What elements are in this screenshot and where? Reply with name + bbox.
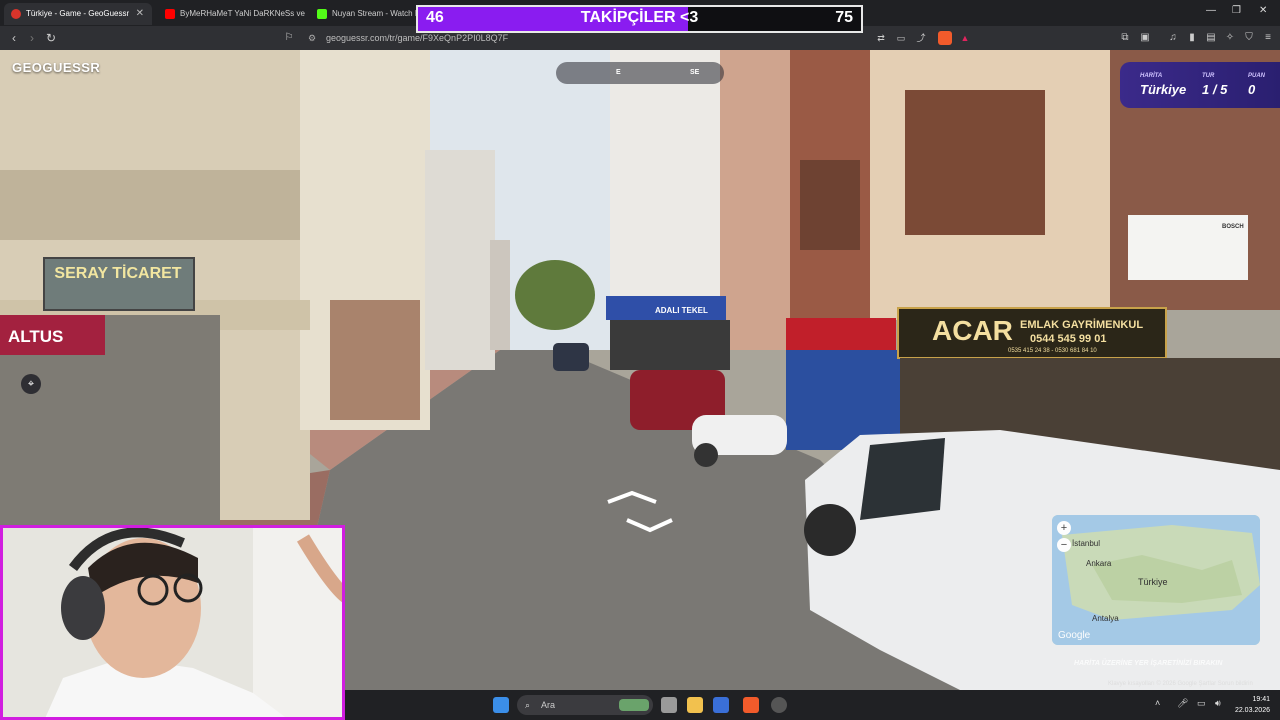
seray-sign-text: SERAY TİCARET <box>54 264 181 282</box>
close-window-icon[interactable]: ✕ <box>1259 5 1267 16</box>
score-label: PUAN <box>1248 73 1266 79</box>
round-label: TUR <box>1202 73 1215 79</box>
tab-title: Türkiye - Game - GeoGuessr <box>26 9 130 18</box>
round-value: 1 / 5 <box>1202 82 1228 97</box>
windows-start-icon[interactable] <box>493 697 509 713</box>
windows-taskbar: ⌕ Ara ˄ 🎤︎ ▭ 🔊︎ 19:41 22.03.2026 <box>345 690 1280 720</box>
translate-icon[interactable]: ⇄ <box>872 29 890 47</box>
webcam-overlay <box>0 525 345 720</box>
follower-goal-title: TAKİPÇİLER <3 <box>580 9 699 26</box>
tab-title: ByMeRHaMeT YaNi DaRKNeSs ve M <box>180 9 306 18</box>
cast-icon[interactable]: ▭ <box>892 29 910 47</box>
geoguessr-favicon-icon <box>11 9 21 19</box>
bookmark-icon[interactable]: ⚐ <box>280 29 298 47</box>
map-hint-text: HARİTA ÜZERİNE YER İŞARETİNİZİ BIRAKIN <box>1074 660 1223 667</box>
map-footer-text: Klavye kısayolları © 2026 Google Şartlar… <box>1108 681 1253 687</box>
webcam-image <box>3 528 342 717</box>
tab-kick[interactable]: Nuyan Stream - Watch Li <box>310 3 416 25</box>
altus-sign-text: ALTUS <box>8 327 63 346</box>
map-label-turkiye: Türkiye <box>1138 577 1168 587</box>
url-text: geoguessr.com/tr/game/F9XeQnP2PI0L8Q7F <box>326 33 509 43</box>
kick-favicon-icon <box>317 9 327 19</box>
clock-date: 22.03.2026 <box>1234 707 1270 714</box>
task-view-icon[interactable] <box>661 697 677 713</box>
guess-minimap[interactable]: + − İstanbul Ankara Türkiye Antalya Goog… <box>1052 515 1260 645</box>
search-highlight-icon <box>619 699 649 711</box>
acar-phone2-text: 0535 415 24 38 - 0530 681 84 10 <box>1008 348 1097 354</box>
map-label: HARİTA <box>1140 73 1163 79</box>
media-icon[interactable]: ♫ <box>1164 29 1182 47</box>
zoom-in-icon[interactable]: + <box>1057 521 1071 535</box>
tray-chevron-icon[interactable]: ˄ <box>1155 698 1160 708</box>
compass: E SE <box>556 62 724 84</box>
maximize-icon[interactable]: ❐ <box>1232 5 1241 16</box>
map-label-ankara: Ankara <box>1086 559 1112 568</box>
site-info-icon[interactable]: ⚙ <box>308 29 316 47</box>
acar-sub-text: EMLAK GAYRİMENKUL <box>1020 318 1143 331</box>
compass-east: E <box>616 69 621 76</box>
acar-sign-text: ACAR <box>932 315 1013 346</box>
map-label-istanbul: İstanbul <box>1072 539 1101 548</box>
tab-title: Nuyan Stream - Watch Li <box>332 9 416 18</box>
back-icon[interactable]: ‹ <box>5 29 23 47</box>
taskbar-search[interactable]: ⌕ Ara <box>517 695 653 715</box>
search-icon: ⌕ <box>525 700 531 710</box>
wallet-icon[interactable]: ▤ <box>1202 29 1220 47</box>
search-placeholder: Ara <box>541 700 556 710</box>
forward-icon[interactable]: › <box>23 29 41 47</box>
tab-youtube[interactable]: ByMeRHaMeT YaNi DaRKNeSs ve M <box>158 3 306 25</box>
extensions-icon[interactable]: ⧉ <box>1116 29 1134 47</box>
brave-rewards-icon[interactable]: ▲ <box>956 29 974 47</box>
microphone-icon[interactable]: 🎤︎ <box>1177 698 1188 709</box>
google-brand-text: Google <box>1058 630 1091 641</box>
map-label-antalya: Antalya <box>1092 614 1119 623</box>
return-to-start-icon[interactable]: ⌖ <box>21 374 41 394</box>
brave-shield-icon[interactable] <box>938 31 952 45</box>
vpn-icon[interactable]: ⛉ <box>1240 29 1258 47</box>
brave-browser-icon[interactable] <box>743 697 759 713</box>
minimize-icon[interactable]: — <box>1206 5 1216 16</box>
geoguessr-logo[interactable]: GEOGUESSR <box>12 60 100 75</box>
reload-icon[interactable]: ↻ <box>42 29 60 47</box>
leo-ai-icon[interactable]: ✧ <box>1221 29 1239 47</box>
tab-geoguessr[interactable]: Türkiye - Game - GeoGuessr ✕ <box>4 3 152 25</box>
adali-sign-text: ADALI TEKEL <box>655 306 708 315</box>
network-icon[interactable]: ▭ <box>1197 698 1206 709</box>
score-value: 0 <box>1248 82 1256 97</box>
game-status-panel: HARİTA Türkiye TUR 1 / 5 PUAN 0 <box>1120 62 1280 108</box>
menu-icon[interactable]: ≡ <box>1259 29 1277 47</box>
screenshot-icon[interactable]: ▣ <box>1136 29 1154 47</box>
acar-phone-text: 0544 545 99 01 <box>1030 333 1106 345</box>
zoom-out-icon[interactable]: − <box>1057 538 1071 552</box>
taskbar-clock[interactable]: 19:41 22.03.2026 <box>1235 694 1270 716</box>
map-value: Türkiye <box>1140 82 1187 97</box>
volume-icon[interactable]: 🔊︎ <box>1215 698 1221 709</box>
compass-southeast: SE <box>690 69 700 76</box>
edge-icon[interactable] <box>713 697 729 713</box>
follower-target-count: 75 <box>835 9 853 26</box>
bosch-label-text: BOSCH <box>1222 224 1244 230</box>
close-tab-icon[interactable]: ✕ <box>136 3 144 25</box>
sidebar-icon[interactable]: ▮ <box>1183 29 1201 47</box>
youtube-favicon-icon <box>165 9 175 19</box>
share-icon[interactable]: ⤴ <box>912 29 930 47</box>
follower-goal-overlay: 46 TAKİPÇİLER <3 75 <box>416 5 863 33</box>
file-explorer-icon[interactable] <box>687 697 703 713</box>
obs-icon[interactable] <box>771 697 787 713</box>
clock-time: 19:41 <box>1252 696 1270 703</box>
